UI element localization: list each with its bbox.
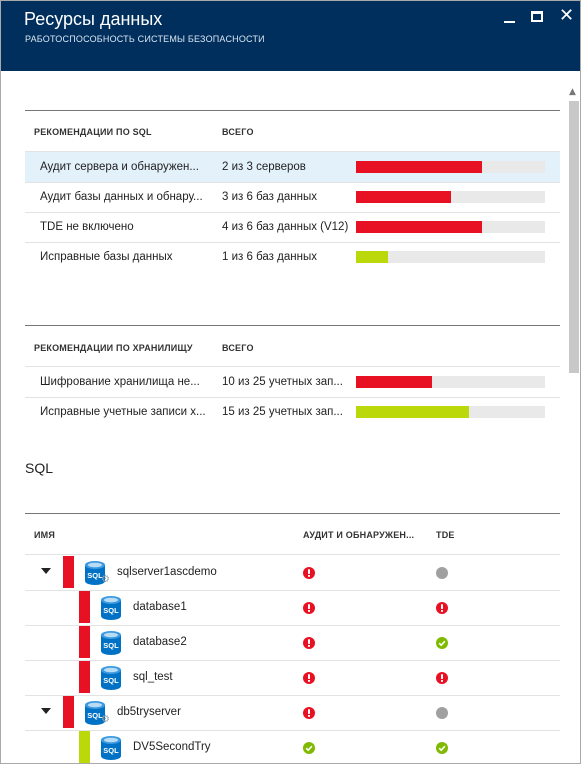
table-row[interactable]: SQL ⚙ sqlserver1ascdemo: [25, 555, 560, 590]
tde-ok-icon: [436, 636, 448, 649]
table-row[interactable]: SQL sql_test: [25, 660, 560, 695]
column-header-audit[interactable]: АУДИТ И ОБНАРУЖЕН...: [303, 530, 425, 540]
recommendation-row[interactable]: TDE не включено 4 из 6 баз данных (V12): [25, 212, 560, 242]
sql-database-icon: SQL: [99, 665, 123, 691]
sql-database-icon: SQL: [99, 630, 123, 656]
divider: [25, 325, 560, 326]
progress-bar-fill: [356, 161, 482, 173]
progress-bar-fill: [356, 221, 482, 233]
resource-name: database1: [133, 601, 187, 613]
health-status-bar: [79, 591, 90, 623]
audit-error-icon: [303, 706, 315, 719]
progress-bar-fill: [356, 251, 388, 263]
tde-neutral-icon: [436, 566, 448, 579]
table-row[interactable]: SQL database1: [25, 590, 560, 625]
audit-error-icon: [303, 636, 315, 649]
svg-text:SQL: SQL: [103, 676, 119, 685]
recommendation-name: Аудит базы данных и обнару...: [40, 191, 203, 203]
sql-section-title: SQL: [25, 460, 54, 476]
progress-bar: [356, 376, 545, 388]
audit-error-icon: [303, 601, 315, 614]
maximize-icon: [531, 11, 543, 22]
resource-name: database2: [133, 636, 187, 648]
progress-bar: [356, 406, 545, 418]
svg-text:SQL: SQL: [103, 746, 119, 755]
health-status-bar: [79, 661, 90, 693]
recommendation-total: 3 из 6 баз данных: [222, 191, 317, 203]
audit-error-icon: [303, 566, 315, 579]
tde-error-icon: [436, 671, 448, 684]
recommendation-name: Шифрование хранилища не...: [40, 376, 200, 388]
divider: [25, 110, 560, 111]
column-header-storage-recommendations[interactable]: РЕКОМЕНДАЦИИ ПО ХРАНИЛИЩУ: [34, 343, 193, 353]
column-header-tde[interactable]: TDE: [436, 530, 455, 540]
progress-bar: [356, 221, 545, 233]
close-icon: ✕: [559, 5, 575, 26]
sql-database-icon: SQL: [99, 735, 123, 761]
recommendation-name: TDE не включено: [40, 221, 134, 233]
recommendation-row[interactable]: Аудит базы данных и обнару... 3 из 6 баз …: [25, 182, 560, 212]
tde-neutral-icon: [436, 706, 448, 719]
recommendation-row[interactable]: Исправные базы данных 1 из 6 баз данных: [25, 242, 560, 272]
progress-bar: [356, 191, 545, 203]
audit-error-icon: [303, 671, 315, 684]
recommendation-name: Исправные базы данных: [40, 251, 173, 263]
health-status-bar: [79, 731, 90, 763]
table-row[interactable]: SQL DV5SecondTry: [25, 730, 560, 763]
audit-ok-icon: [303, 741, 315, 754]
expand-caret-icon[interactable]: [41, 568, 51, 574]
progress-bar-fill: [356, 406, 469, 418]
svg-text:SQL: SQL: [103, 641, 119, 650]
health-status-bar: [63, 556, 74, 588]
minimize-icon: [504, 21, 515, 23]
data-resources-blade: Ресурсы данных РАБОТОСПОСОБНОСТЬ СИСТЕМЫ…: [0, 0, 581, 764]
recommendation-row[interactable]: Шифрование хранилища не... 10 из 25 учетн…: [25, 367, 560, 397]
table-row[interactable]: SQL ⚙ db5tryserver: [25, 695, 560, 730]
scroll-up-icon[interactable]: ▲: [569, 87, 576, 97]
minimize-button[interactable]: [501, 9, 519, 27]
scrollbar-thumb[interactable]: [569, 101, 579, 373]
recommendation-row[interactable]: Аудит сервера и обнаружен... 2 из 3 серве…: [25, 152, 560, 182]
tde-error-icon: [436, 601, 448, 614]
recommendation-name: Аудит сервера и обнаружен...: [40, 161, 199, 173]
blade-subtitle: РАБОТОСПОСОБНОСТЬ СИСТЕМЫ БЕЗОПАСНОСТИ: [25, 34, 265, 44]
sql-database-icon: SQL: [99, 595, 123, 621]
gear-icon: ⚙: [101, 574, 110, 585]
blade-header: Ресурсы данных РАБОТОСПОСОБНОСТЬ СИСТЕМЫ…: [1, 1, 580, 71]
recommendation-row[interactable]: Исправные учетные записи х... 15 из 25 уч…: [25, 397, 560, 427]
recommendation-name: Исправные учетные записи х...: [40, 406, 206, 418]
tde-ok-icon: [436, 741, 448, 754]
divider: [25, 513, 560, 514]
resource-name: DV5SecondTry: [133, 741, 211, 753]
recommendation-total: 1 из 6 баз данных: [222, 251, 317, 263]
maximize-button[interactable]: [529, 9, 547, 27]
recommendation-total: 4 из 6 баз данных (V12): [222, 221, 349, 233]
resource-name: sql_test: [133, 671, 173, 683]
recommendation-total: 15 из 25 учетных зап...: [222, 406, 343, 418]
blade-title: Ресурсы данных: [24, 9, 163, 29]
column-header-total[interactable]: ВСЕГО: [222, 343, 254, 353]
gear-icon: ⚙: [101, 714, 110, 725]
progress-bar-fill: [356, 376, 432, 388]
expand-caret-icon[interactable]: [41, 708, 51, 714]
column-header-total[interactable]: ВСЕГО: [222, 127, 254, 137]
table-row[interactable]: SQL database2: [25, 625, 560, 660]
recommendation-total: 10 из 25 учетных зап...: [222, 376, 343, 388]
progress-bar: [356, 251, 545, 263]
health-status-bar: [63, 696, 74, 728]
resource-name: sqlserver1ascdemo: [117, 566, 217, 578]
progress-bar: [356, 161, 545, 173]
resource-name: db5tryserver: [117, 706, 181, 718]
svg-text:SQL: SQL: [103, 606, 119, 615]
column-header-sql-recommendations[interactable]: РЕКОМЕНДАЦИИ ПО SQL: [34, 127, 152, 137]
progress-bar-fill: [356, 191, 451, 203]
health-status-bar: [79, 626, 90, 658]
column-header-name[interactable]: ИМЯ: [34, 530, 55, 540]
close-button[interactable]: ✕: [557, 5, 575, 27]
recommendation-total: 2 из 3 серверов: [222, 161, 306, 173]
